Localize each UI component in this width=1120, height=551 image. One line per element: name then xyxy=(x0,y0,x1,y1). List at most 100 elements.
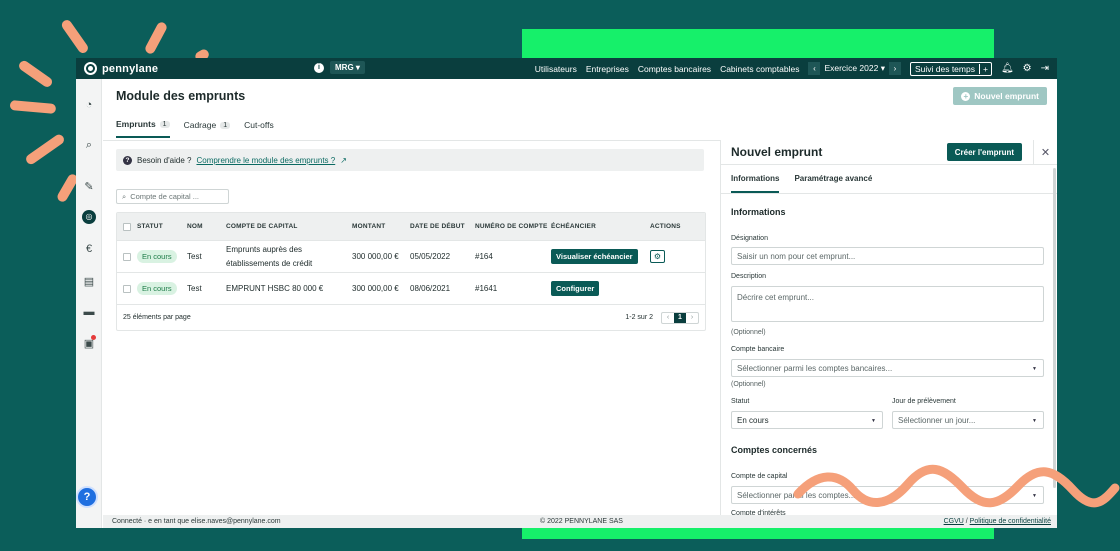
header-montant[interactable]: MONTANT xyxy=(352,220,410,234)
decor-ray xyxy=(143,20,169,56)
next-page-icon[interactable]: › xyxy=(686,313,698,323)
nav-cabinets-comptables[interactable]: Cabinets comptables xyxy=(720,64,799,74)
header-numero[interactable]: NUMÉRO DE COMPTE xyxy=(475,221,551,232)
suivi-temps-button[interactable]: Suivi des temps + xyxy=(909,61,992,76)
sidebar: ◔ ⌕ ✎ ◎ € ▤ ▬ ▣ ? xyxy=(76,79,102,528)
jour-placeholder: Sélectionner un jour... xyxy=(898,415,976,425)
privacy-link[interactable]: Politique de confidentialité xyxy=(970,518,1051,525)
current-page[interactable]: 1 xyxy=(674,312,686,323)
description-field[interactable]: Décrire cet emprunt... xyxy=(731,286,1044,322)
panel-scrollbar[interactable] xyxy=(1053,168,1056,488)
cell-numero: #164 xyxy=(475,252,493,261)
company-select[interactable]: MRG ▾ xyxy=(330,61,365,74)
help-chat-button[interactable]: ? xyxy=(76,486,98,508)
new-loan-button[interactable]: + Nouvel emprunt xyxy=(953,87,1047,105)
cell-date: 08/06/2021 xyxy=(410,284,451,293)
help-banner: ? Besoin d'aide ? Comprendre le module d… xyxy=(116,149,704,171)
search-icon: ⌕ xyxy=(122,191,127,201)
description-label: Description xyxy=(731,273,767,280)
header-compte[interactable]: COMPTE DE CAPITAL xyxy=(226,220,352,234)
cell-montant: 300 000,00 € xyxy=(352,283,399,293)
tabs: Emprunts 1 Cadrage 1 Cut-offs xyxy=(116,119,274,138)
view-schedule-button[interactable]: Visualiser échéancier xyxy=(551,249,638,264)
book-icon[interactable]: ▤ xyxy=(76,275,102,288)
tab-cut-offs[interactable]: Cut-offs xyxy=(244,119,274,138)
brand-name: pennylane xyxy=(102,62,159,75)
close-icon[interactable]: ✕ xyxy=(1033,140,1057,165)
designation-field[interactable]: Saisir un nom pour cet emprunt... xyxy=(731,247,1044,265)
search-input[interactable]: ⌕ Compte de capital ... xyxy=(116,189,229,204)
table-row[interactable]: En cours Test Emprunts auprès des établi… xyxy=(117,240,705,272)
next-exercice-button[interactable]: › xyxy=(888,62,901,75)
jour-prelevement-select[interactable]: Sélectionner un jour... ▼ xyxy=(892,411,1044,429)
row-checkbox[interactable] xyxy=(123,252,131,261)
panel-tabs: Informations Paramétrage avancé xyxy=(731,174,872,193)
exercice-label: Exercice 2022 xyxy=(824,63,879,73)
contacts-icon[interactable]: ▣ xyxy=(76,337,102,350)
bank-account-select[interactable]: Sélectionner parmi les comptes bancaires… xyxy=(731,359,1044,377)
nav-utilisateurs[interactable]: Utilisateurs xyxy=(535,64,577,74)
row-checkbox[interactable] xyxy=(123,284,131,293)
company-switcher[interactable]: i MRG ▾ xyxy=(314,61,365,74)
euro-icon[interactable]: € xyxy=(76,243,102,255)
statut-value: En cours xyxy=(737,415,769,425)
select-all-checkbox[interactable] xyxy=(123,222,131,231)
header-statut[interactable]: STATUT xyxy=(137,223,187,230)
cell-compte: Emprunts auprès des établissements de cr… xyxy=(226,244,313,268)
pennylane-logo-icon xyxy=(84,62,97,75)
table-row[interactable]: En cours Test EMPRUNT HSBC 80 000 € 300 … xyxy=(117,272,705,304)
edit-icon[interactable]: ✎ xyxy=(76,180,102,193)
section-comptes-title: Comptes concernés xyxy=(731,445,818,455)
suivi-label: Suivi des temps xyxy=(914,63,975,74)
designation-placeholder: Saisir un nom pour cet emprunt... xyxy=(737,251,856,261)
info-icon[interactable]: i xyxy=(314,62,324,73)
cell-numero: #1641 xyxy=(475,284,498,293)
header-nom[interactable]: NOM xyxy=(187,223,226,230)
external-link-icon[interactable]: ↗ xyxy=(340,156,347,165)
bell-icon[interactable]: 🔔︎ xyxy=(1001,63,1014,74)
bank-account-label: Compte bancaire xyxy=(731,346,785,353)
add-time-button[interactable]: + xyxy=(978,63,991,74)
statut-select[interactable]: En cours ▼ xyxy=(731,411,883,429)
gear-icon[interactable]: ⚙ xyxy=(1023,63,1032,74)
exercice-select[interactable]: Exercice 2022 ▾ xyxy=(824,63,885,74)
row-settings-icon[interactable]: ⚙ xyxy=(650,250,665,263)
tab-informations[interactable]: Informations xyxy=(731,174,780,193)
prev-exercice-button[interactable]: ‹ xyxy=(808,62,821,75)
brand[interactable]: pennylane xyxy=(84,62,158,75)
notification-dot xyxy=(91,335,96,340)
legal-links: CGVU / Politique de confidentialité xyxy=(944,518,1051,525)
app-window: pennylane i MRG ▾ Utilisateurs Entrepris… xyxy=(76,58,1057,528)
chevron-down-icon: ▼ xyxy=(1032,418,1037,424)
pagination: 1-2 sur 2 ‹ 1 › xyxy=(625,311,699,324)
create-loan-button[interactable]: Créer l'emprunt xyxy=(946,143,1022,161)
help-text: Besoin d'aide ? xyxy=(137,155,192,165)
chevron-down-icon: ▼ xyxy=(1032,366,1037,372)
top-nav: Utilisateurs Entreprises Comptes bancair… xyxy=(535,58,1049,79)
chevron-down-icon: ▼ xyxy=(871,418,876,424)
capital-account-label: Compte de capital xyxy=(731,473,788,480)
configure-button[interactable]: Configurer xyxy=(551,281,600,296)
help-link[interactable]: Comprendre le module des emprunts ? xyxy=(196,156,335,165)
tab-cadrage[interactable]: Cadrage 1 xyxy=(184,119,231,138)
tab-parametrage-avance[interactable]: Paramétrage avancé xyxy=(794,174,872,193)
cgvu-link[interactable]: CGVU xyxy=(944,518,964,525)
panel-title: Nouvel emprunt xyxy=(731,145,823,159)
prev-page-icon[interactable]: ‹ xyxy=(662,313,674,323)
tab-count-badge: 1 xyxy=(159,120,170,128)
decor-ray xyxy=(59,18,90,55)
tab-emprunts[interactable]: Emprunts 1 xyxy=(116,119,170,138)
footer: Connecté · e en tant que elise.naves@pen… xyxy=(103,515,1057,528)
pagination-range: 1-2 sur 2 xyxy=(625,314,653,321)
jour-prelevement-label: Jour de prélèvement xyxy=(892,398,956,405)
tab-label: Cadrage xyxy=(183,120,217,130)
logout-icon[interactable]: ⇥ xyxy=(1041,63,1049,74)
dashboard-icon[interactable]: ◔ xyxy=(76,99,102,111)
nav-entreprises[interactable]: Entreprises xyxy=(586,64,629,74)
header-date[interactable]: DATE DE DÉBUT xyxy=(410,221,475,232)
loans-icon[interactable]: ◎ xyxy=(76,210,102,224)
plus-icon: + xyxy=(961,91,971,101)
folder-icon[interactable]: ▬ xyxy=(76,306,102,318)
nav-comptes-bancaires[interactable]: Comptes bancaires xyxy=(638,64,711,74)
search-icon[interactable]: ⌕ xyxy=(76,139,102,152)
